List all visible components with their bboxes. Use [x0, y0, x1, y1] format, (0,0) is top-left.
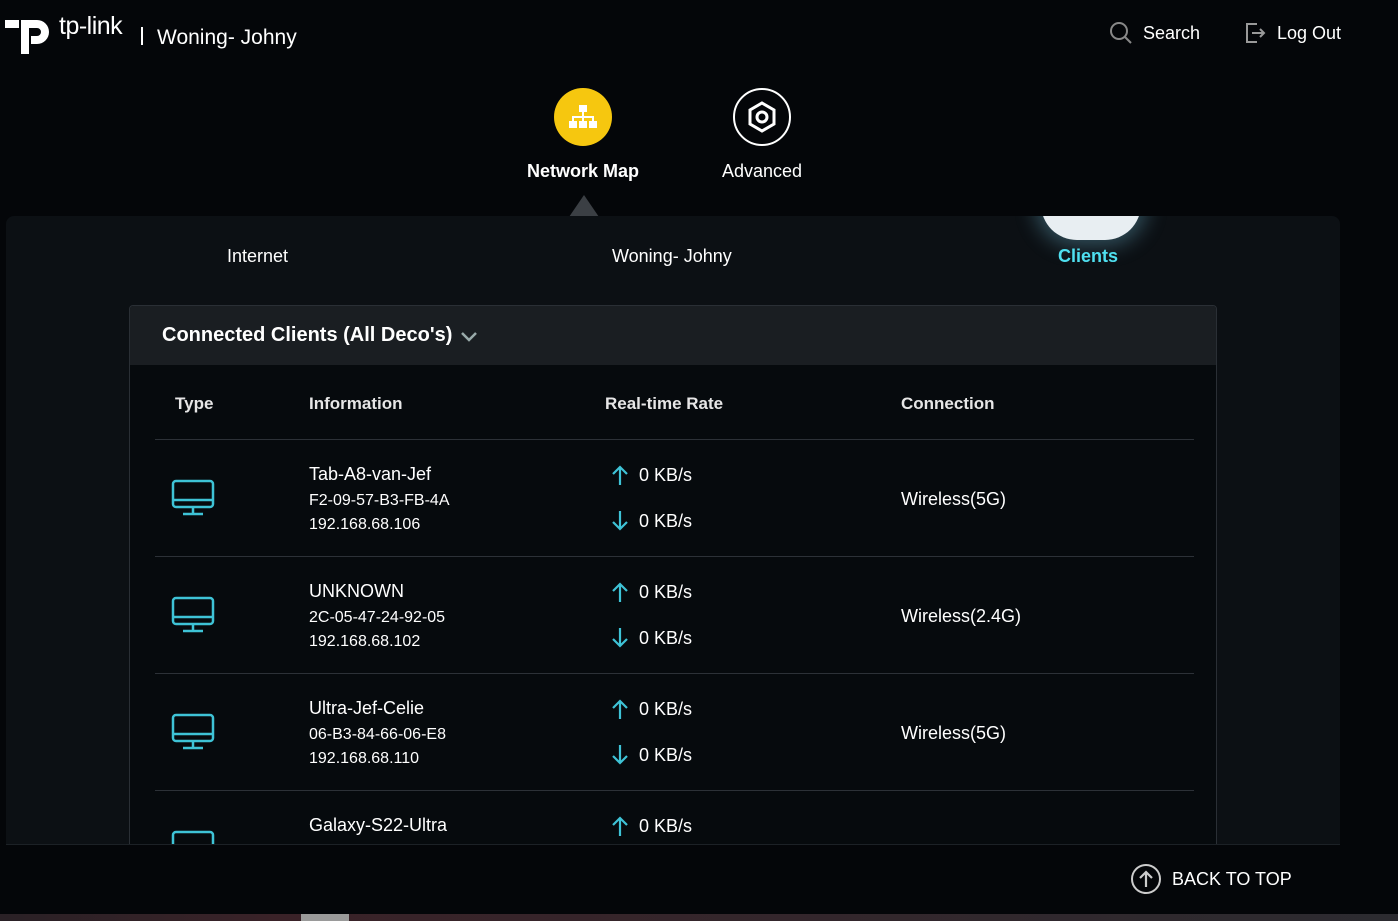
- chevron-down-icon: [461, 331, 478, 342]
- back-to-top-label: BACK TO TOP: [1172, 868, 1292, 889]
- clients-filter-dropdown[interactable]: Connected Clients (All Deco's): [130, 306, 1216, 365]
- column-connection: Connection: [901, 394, 995, 413]
- client-ip: 192.168.68.110: [309, 750, 420, 767]
- scrollbar-thumb[interactable]: [301, 914, 349, 921]
- client-ip: 192.168.68.106: [309, 516, 421, 533]
- monitor-icon: [171, 479, 215, 522]
- upload-rate: 0 KB/s: [611, 464, 692, 486]
- arrow-up-icon: [612, 816, 628, 836]
- tab-internet[interactable]: Internet: [227, 246, 288, 267]
- connection-type: Wireless(2.4G): [901, 606, 1022, 626]
- download-rate: 0 KB/s: [611, 744, 692, 766]
- nav-network-map[interactable]: Network Map: [493, 88, 673, 182]
- search-icon: [1110, 22, 1132, 44]
- column-rate: Real-time Rate: [605, 394, 724, 413]
- tp-link-logo-icon: [5, 20, 49, 54]
- footer-bar: BACK TO TOP: [6, 844, 1340, 915]
- upload-value: 0 KB/s: [639, 698, 693, 719]
- client-name: Galaxy-S22-Ultra: [309, 815, 448, 835]
- nav-network-map-label: Network Map: [526, 161, 640, 181]
- horizontal-scrollbar[interactable]: [0, 914, 1398, 921]
- arrow-down-icon: [612, 745, 628, 765]
- logout-label: Log Out: [1277, 22, 1342, 43]
- logout-button[interactable]: Log Out: [1243, 21, 1341, 45]
- client-mac: 06-B3-84-66-06-E8: [309, 726, 446, 743]
- client-mac: 2C-05-47-24-92-05: [309, 609, 446, 626]
- clients-table-title: Connected Clients (All Deco's): [162, 324, 453, 346]
- network-map-icon: [554, 88, 612, 146]
- tab-woning-johny[interactable]: Woning- Johny: [612, 246, 732, 267]
- back-to-top-button[interactable]: BACK TO TOP: [1130, 863, 1292, 895]
- logout-icon: [1246, 23, 1266, 43]
- nav-advanced-label: Advanced: [721, 161, 803, 181]
- logo-text: tp-link: [59, 11, 123, 40]
- nav-advanced[interactable]: Advanced: [672, 88, 852, 182]
- search-label: Search: [1143, 22, 1201, 43]
- active-nav-pointer: [569, 195, 599, 217]
- table-row[interactable]: Ultra-Jef-Celie 06-B3-84-66-06-E8 192.16…: [155, 674, 1194, 791]
- upload-value: 0 KB/s: [639, 581, 693, 602]
- table-header: Type Information Real-time Rate Connecti…: [155, 365, 1194, 440]
- download-value: 0 KB/s: [639, 627, 693, 648]
- client-ip: 192.168.68.102: [309, 633, 421, 650]
- download-rate: 0 KB/s: [611, 627, 692, 649]
- upload-value: 0 KB/s: [639, 815, 693, 836]
- table-row[interactable]: Tab-A8-van-Jef F2-09-57-B3-FB-4A 192.168…: [155, 440, 1194, 557]
- content-panel: Internet Woning- Johny Clients Connected…: [6, 216, 1340, 916]
- clients-node-glow: [1041, 216, 1141, 240]
- tab-clients[interactable]: Clients: [1058, 246, 1118, 267]
- download-rate: 0 KB/s: [611, 510, 692, 532]
- upload-rate: 0 KB/s: [611, 581, 692, 603]
- arrow-down-icon: [612, 511, 628, 531]
- client-name: Tab-A8-van-Jef: [309, 464, 432, 484]
- download-value: 0 KB/s: [639, 744, 693, 765]
- connection-type: Wireless(5G): [901, 723, 1007, 743]
- upload-rate: 0 KB/s: [611, 698, 692, 720]
- connection-type: Wireless(5G): [901, 489, 1007, 509]
- search-button[interactable]: Search: [1109, 21, 1200, 45]
- top-header: tp-link Woning- Johny Search Log Out: [0, 0, 1398, 80]
- upload-rate: 0 KB/s: [611, 815, 692, 837]
- download-value: 0 KB/s: [639, 510, 693, 531]
- arrow-up-icon: [612, 582, 628, 602]
- arrow-down-icon: [612, 628, 628, 648]
- gear-icon: [733, 88, 791, 146]
- column-information: Information: [309, 394, 403, 413]
- client-name: Ultra-Jef-Celie: [309, 698, 425, 718]
- monitor-icon: [171, 713, 215, 756]
- tp-link-logo[interactable]: tp-link: [5, 6, 123, 54]
- header-separator: [141, 27, 143, 45]
- arrow-up-icon: [612, 699, 628, 719]
- client-mac: F2-09-57-B3-FB-4A: [309, 492, 450, 509]
- column-type: Type: [175, 394, 214, 413]
- network-name: Woning- Johny: [157, 26, 297, 49]
- monitor-icon: [171, 596, 215, 639]
- clients-table: Connected Clients (All Deco's) Type Info…: [129, 305, 1217, 916]
- table-row[interactable]: UNKNOWN 2C-05-47-24-92-05 192.168.68.102…: [155, 557, 1194, 674]
- upload-value: 0 KB/s: [639, 464, 693, 485]
- client-name: UNKNOWN: [309, 581, 404, 601]
- arrow-up-icon: [612, 465, 628, 485]
- arrow-up-circle-icon: [1131, 864, 1161, 894]
